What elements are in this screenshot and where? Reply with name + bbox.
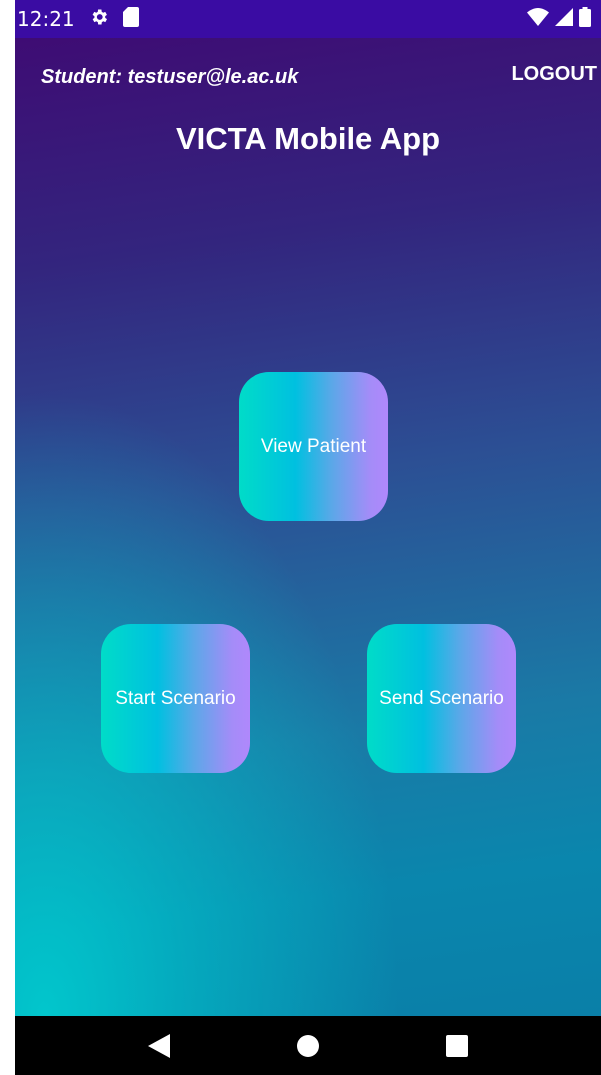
status-time: 12:21 (17, 7, 75, 31)
app-title: VICTA Mobile App (175, 121, 441, 156)
start-scenario-button[interactable]: Start Scenario (101, 624, 250, 773)
sd-card-icon (122, 7, 139, 31)
app-screen: Student: testuser@le.ac.uk LOGOUT VICTA … (15, 38, 601, 1016)
battery-icon (579, 6, 591, 32)
navigation-bar (15, 1016, 601, 1075)
recents-icon[interactable] (442, 1031, 472, 1061)
wifi-icon (527, 7, 549, 31)
gear-icon (89, 7, 109, 31)
student-label: Student: testuser@le.ac.uk (41, 66, 299, 88)
send-scenario-button[interactable]: Send Scenario (367, 624, 516, 773)
home-icon[interactable] (293, 1031, 323, 1061)
back-icon[interactable] (144, 1031, 174, 1061)
signal-icon (555, 7, 573, 31)
view-patient-button[interactable]: View Patient (239, 372, 388, 521)
device-screen: 12:21 Student: testuser@le.ac.uk LOGOUT … (15, 0, 601, 1075)
status-right-icons (527, 6, 591, 32)
logout-button[interactable]: LOGOUT (511, 63, 597, 86)
status-bar: 12:21 (15, 0, 601, 38)
